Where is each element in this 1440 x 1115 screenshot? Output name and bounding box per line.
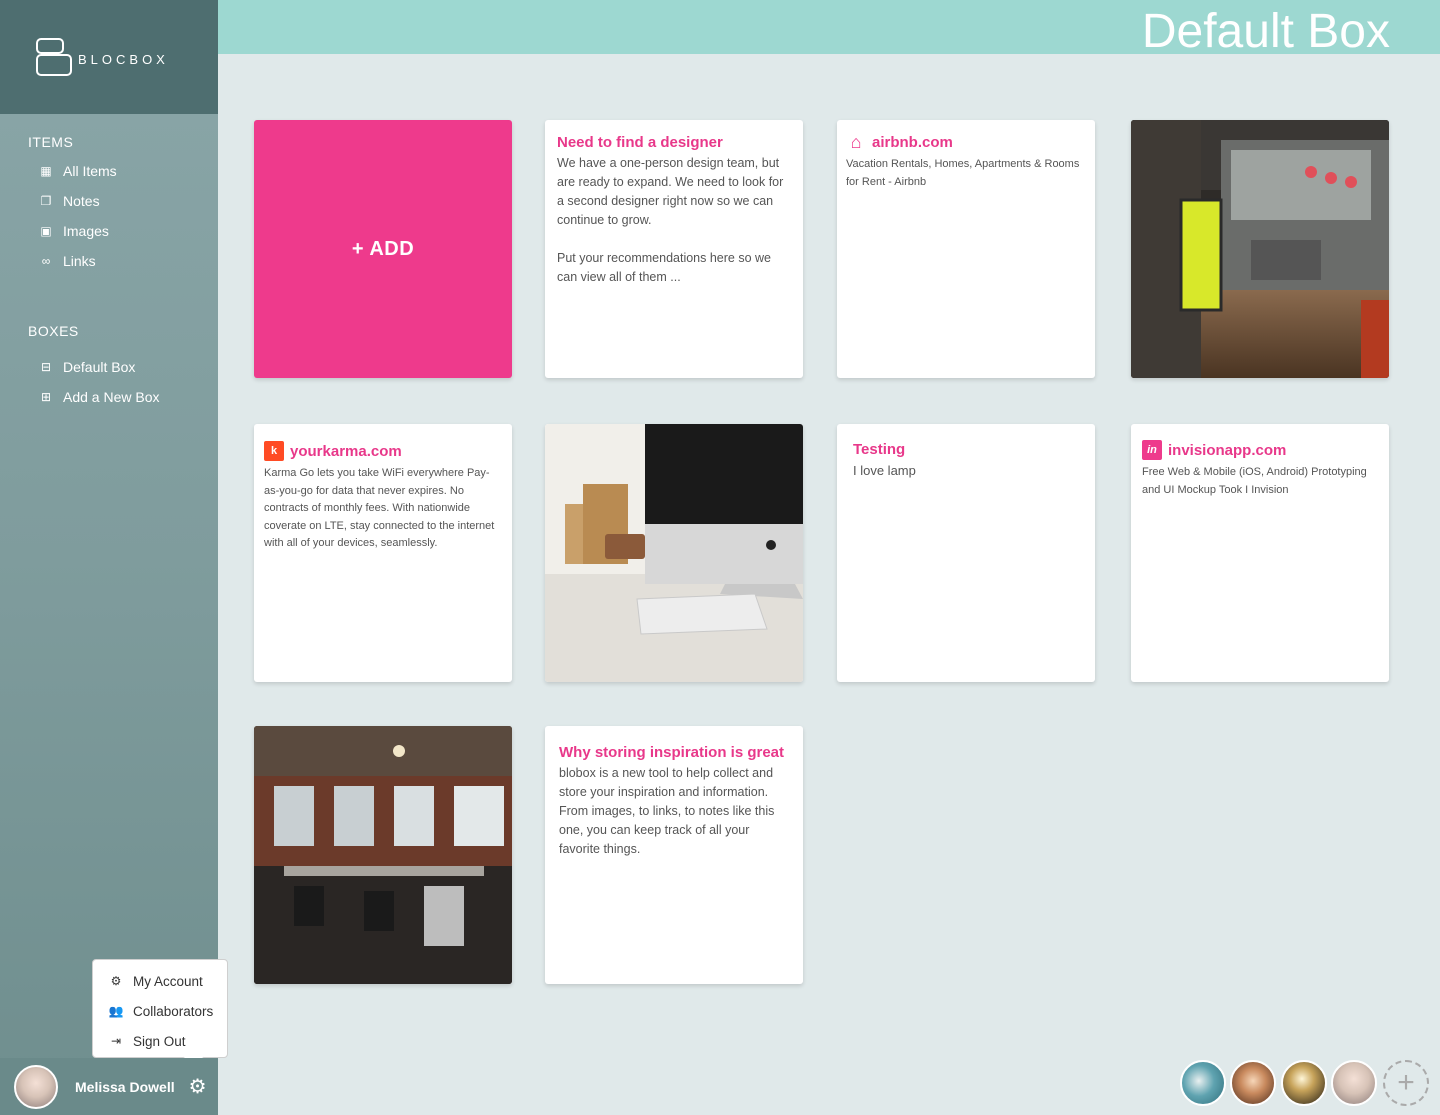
note-body: I love lamp — [853, 463, 916, 478]
avatar[interactable] — [14, 1064, 58, 1109]
add-collaborator-button[interactable]: + — [1383, 1060, 1429, 1106]
sidebar-item-label: Notes — [63, 193, 100, 209]
link-description: Free Web & Mobile (iOS, Android) Prototy… — [1142, 466, 1367, 496]
logo[interactable]: BLOCBOX — [0, 0, 218, 114]
sign-out-icon: ⇥ — [110, 1034, 122, 1048]
link-card-airbnb[interactable]: ⌂ airbnb.com Vacation Rentals, Homes, Ap… — [837, 120, 1095, 378]
grid-icon: ▦ — [40, 164, 52, 178]
image-card-office-hallway[interactable] — [1131, 120, 1389, 378]
gear-icon: ⚙ — [110, 974, 122, 988]
inbox-icon: ⊟ — [40, 360, 52, 374]
link-title: invisionapp.com — [1168, 441, 1287, 459]
note-body: blobox is a new tool to help collect and… — [559, 766, 775, 856]
karma-icon: k — [264, 441, 284, 461]
link-card-invision[interactable]: in invisionapp.com Free Web & Mobile (iO… — [1131, 424, 1389, 682]
sidebar-item-label: Images — [63, 223, 109, 239]
link-title: yourkarma.com — [290, 442, 402, 460]
menu-item-my-account[interactable]: ⚙ My Account — [93, 966, 227, 996]
sidebar: BLOCBOX ITEMS ▦ All Items ❐ Notes ▣ Imag… — [0, 0, 218, 1115]
desk-image — [545, 424, 803, 682]
collaborator-avatar[interactable] — [1281, 1060, 1327, 1106]
collaborator-avatar[interactable] — [1331, 1060, 1377, 1106]
link-description: Karma Go lets you take WiFi everywhere P… — [264, 467, 495, 549]
link-icon: ∞ — [41, 254, 51, 268]
airbnb-icon: ⌂ — [850, 131, 862, 152]
sidebar-item-label: All Items — [63, 163, 117, 179]
link-card-yourkarma[interactable]: k yourkarma.com Karma Go lets you take W… — [254, 424, 512, 682]
link-description: Vacation Rentals, Homes, Apartments & Ro… — [846, 158, 1080, 188]
plus-icon: + — [1397, 1066, 1415, 1099]
menu-item-label: My Account — [133, 973, 203, 989]
link-title: airbnb.com — [872, 133, 953, 151]
note-body: We have a one-person design team, but ar… — [557, 156, 784, 284]
header-bar: Default Box — [218, 0, 1440, 54]
menu-item-label: Collaborators — [133, 1003, 214, 1019]
sidebar-item-links[interactable]: ∞ Links — [0, 246, 218, 276]
notes-icon: ❐ — [40, 194, 52, 208]
plus-square-icon: ⊞ — [40, 390, 52, 404]
user-name: Melissa Dowell — [75, 1078, 175, 1095]
note-title: Need to find a designer — [557, 134, 723, 151]
sidebar-item-add-new-box[interactable]: ⊞ Add a New Box — [0, 382, 218, 412]
add-item-label: + ADD — [351, 237, 415, 260]
menu-item-sign-out[interactable]: ⇥ Sign Out — [93, 1026, 227, 1056]
menu-item-collaborators[interactable]: 👥 Collaborators — [93, 996, 227, 1026]
office-image — [254, 726, 512, 984]
collaborator-avatar[interactable] — [1180, 1060, 1226, 1106]
image-icon: ▣ — [40, 224, 52, 238]
user-bar: Melissa Dowell ⚙ — [0, 1058, 218, 1115]
note-title: Why storing inspiration is great — [559, 744, 785, 761]
collaborator-avatar[interactable] — [1230, 1060, 1276, 1106]
note-card[interactable]: Testing I love lamp — [837, 424, 1095, 682]
invision-icon: in — [1142, 440, 1162, 460]
logo-text: BLOCBOX — [78, 51, 169, 67]
sidebar-item-label: Links — [63, 253, 96, 269]
sidebar-item-notes[interactable]: ❐ Notes — [0, 186, 218, 216]
items-section-title: ITEMS — [28, 134, 74, 150]
boxes-section-title: BOXES — [28, 323, 79, 339]
users-icon: 👥 — [108, 1004, 124, 1018]
image-card-office[interactable] — [254, 726, 512, 984]
sidebar-item-label: Default Box — [63, 359, 136, 375]
menu-item-label: Sign Out — [133, 1033, 186, 1049]
note-title: Testing — [853, 441, 906, 458]
image-card-desk[interactable] — [545, 424, 803, 682]
add-item-button[interactable]: + ADD — [254, 120, 512, 378]
note-card[interactable]: Need to find a designer We have a one-pe… — [545, 120, 803, 378]
settings-gears-icon[interactable]: ⚙ — [189, 1074, 207, 1099]
note-card[interactable]: Why storing inspiration is great blobox … — [545, 726, 803, 984]
sidebar-item-label: Add a New Box — [63, 389, 160, 405]
office-hallway-image — [1131, 120, 1389, 378]
page-title: Default Box — [1141, 5, 1390, 55]
logo-icon — [36, 38, 72, 76]
sidebar-item-default-box[interactable]: ⊟ Default Box — [0, 352, 218, 382]
sidebar-item-images[interactable]: ▣ Images — [0, 216, 218, 246]
user-menu: ⚙ My Account 👥 Collaborators ⇥ Sign Out — [92, 959, 228, 1058]
sidebar-item-all-items[interactable]: ▦ All Items — [0, 156, 218, 186]
